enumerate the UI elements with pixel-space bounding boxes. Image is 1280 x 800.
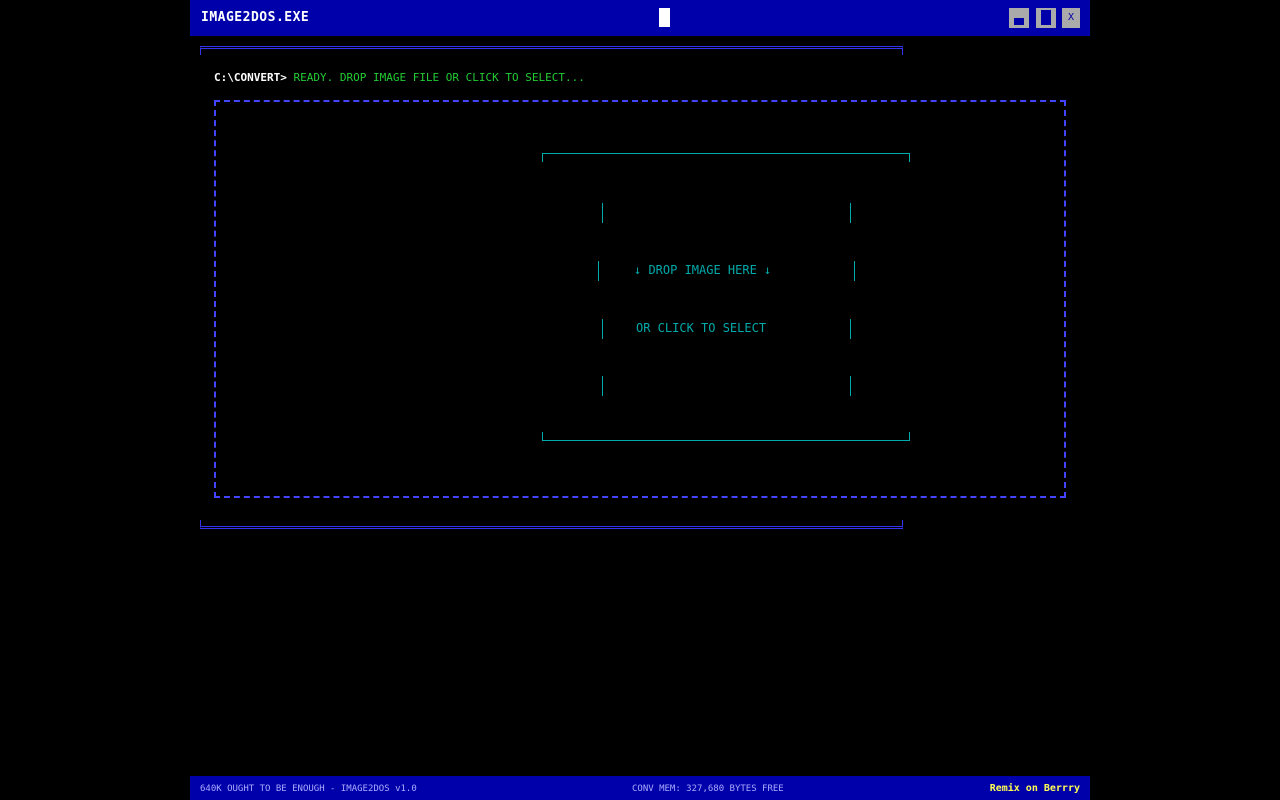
ascii-box-side — [850, 203, 851, 223]
ascii-box-side — [854, 261, 855, 281]
minimize-button[interactable] — [1009, 8, 1029, 28]
title-bar: IMAGE2DOS.EXE X — [190, 0, 1090, 36]
minimize-icon — [1014, 18, 1024, 25]
ascii-box-bottom — [542, 432, 910, 441]
window-title: IMAGE2DOS.EXE — [201, 10, 310, 25]
status-memory: CONV MEM: 327,680 BYTES FREE — [632, 784, 784, 794]
status-bar: 640K OUGHT TO BE ENOUGH - IMAGE2DOS v1.0… — [190, 776, 1090, 800]
ascii-box-side — [850, 319, 851, 339]
app-window: IMAGE2DOS.EXE X C:\CONVERT> READY. DROP … — [190, 0, 1090, 800]
ascii-box-side — [850, 376, 851, 396]
drop-image-label: ↓ DROP IMAGE HERE ↓ — [634, 263, 772, 277]
ascii-box-side — [602, 203, 603, 223]
ascii-box-side — [602, 376, 603, 396]
ascii-box-side — [602, 319, 603, 339]
ascii-box-side — [598, 261, 599, 281]
frame-top-border — [200, 46, 903, 55]
remix-link[interactable]: Remix on Berrry — [990, 783, 1080, 794]
frame-bottom-border — [200, 520, 903, 529]
close-button[interactable]: X — [1062, 8, 1080, 28]
maximize-icon — [1041, 10, 1051, 25]
prompt-path: C:\CONVERT> — [214, 71, 287, 84]
status-tagline: 640K OUGHT TO BE ENOUGH - IMAGE2DOS v1.0 — [200, 784, 417, 794]
close-icon: X — [1067, 12, 1075, 23]
click-to-select-label: OR CLICK TO SELECT — [636, 321, 767, 335]
command-prompt: C:\CONVERT> READY. DROP IMAGE FILE OR CL… — [214, 71, 585, 84]
maximize-button[interactable] — [1036, 8, 1056, 28]
ascii-box-top — [542, 153, 910, 162]
prompt-message: READY. DROP IMAGE FILE OR CLICK TO SELEC… — [293, 71, 585, 84]
text-cursor — [659, 8, 670, 27]
image-drop-zone[interactable]: ↓ DROP IMAGE HERE ↓ OR CLICK TO SELECT — [214, 100, 1066, 498]
